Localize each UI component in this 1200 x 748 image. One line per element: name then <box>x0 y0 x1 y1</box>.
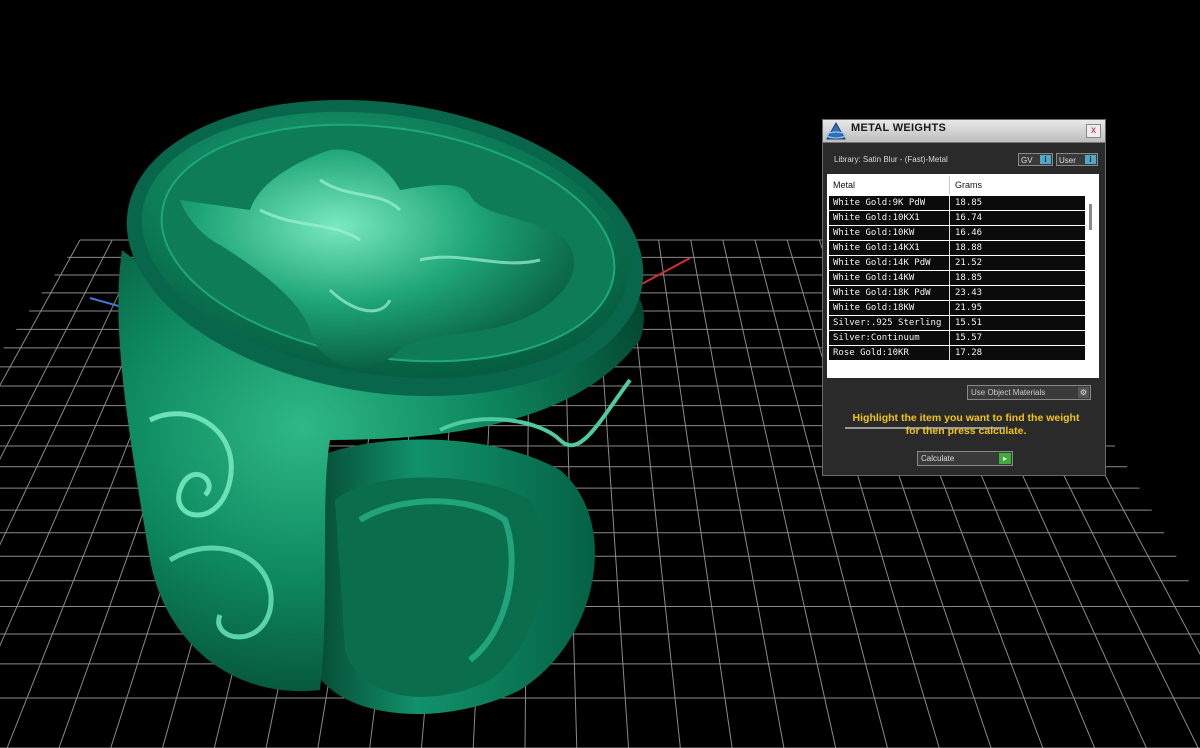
material-select-value: Use Object Materials <box>971 388 1046 397</box>
metal-cell: White Gold:10KW <box>833 228 915 238</box>
gv-toggle[interactable]: GV i <box>1018 153 1053 166</box>
cell-divider <box>949 346 950 360</box>
grid-line <box>690 239 785 748</box>
grams-cell: 18.88 <box>955 243 983 253</box>
table-row[interactable]: White Gold:18K PdW 23.43 <box>829 286 1085 300</box>
metal-cell: White Gold:10KX1 <box>833 213 920 223</box>
cell-divider <box>949 286 950 300</box>
grid-line <box>0 239 81 387</box>
panel-title: METAL WEIGHTS <box>851 122 947 134</box>
cell-divider <box>949 196 950 210</box>
calculate-label: Calculate <box>921 454 955 463</box>
cell-divider <box>949 331 950 345</box>
table-row[interactable]: White Gold:10KX1 16.74 <box>829 211 1085 225</box>
column-header-grams[interactable]: Grams <box>955 180 982 190</box>
cell-divider <box>949 271 950 285</box>
cell-divider <box>949 211 950 225</box>
scroll-thumb[interactable] <box>1089 204 1092 230</box>
library-row: Library: Satin Blur - (Fast)-Metal GV i … <box>823 148 1105 170</box>
metal-cell: White Gold:14KW <box>833 273 915 283</box>
grid-line <box>722 239 837 748</box>
metal-cell: White Gold:18K PdW <box>833 288 931 298</box>
user-toggle[interactable]: User i <box>1056 153 1098 166</box>
cell-divider <box>949 316 950 330</box>
user-toggle-label: User <box>1059 156 1076 165</box>
grams-cell: 16.46 <box>955 228 983 238</box>
gear-icon[interactable]: ⚙ <box>1078 387 1089 398</box>
metal-cell: White Gold:14KX1 <box>833 243 920 253</box>
cell-divider <box>949 256 950 270</box>
table-row[interactable]: White Gold:14K PdW 21.52 <box>829 256 1085 270</box>
metal-cell: White Gold:18KW <box>833 303 915 313</box>
metal-cell: White Gold:9K PdW <box>833 198 926 208</box>
calculate-button[interactable]: Calculate ▸ <box>917 451 1013 466</box>
metal-cell: Rose Gold:10KR <box>833 348 909 358</box>
grid-line <box>658 239 733 748</box>
grams-cell: 15.51 <box>955 318 983 328</box>
cell-divider <box>949 241 950 255</box>
metal-weights-panel[interactable]: METAL WEIGHTS x Library: Satin Blur - (F… <box>822 119 1106 476</box>
grams-cell: 18.85 <box>955 273 983 283</box>
cell-divider <box>949 226 950 240</box>
table-row[interactable]: White Gold:18KW 21.95 <box>829 301 1085 315</box>
gv-toggle-label: GV <box>1021 156 1033 165</box>
table-row[interactable]: Rose Gold:10KR 17.28 <box>829 346 1085 360</box>
grams-cell: 21.52 <box>955 258 983 268</box>
instruction-line-1: Highlight the item you want to find the … <box>852 412 1080 424</box>
table-row[interactable]: Silver:Continuum 15.57 <box>829 331 1085 345</box>
info-icon[interactable]: i <box>1085 155 1096 164</box>
grams-cell: 21.95 <box>955 303 983 313</box>
grams-cell: 17.28 <box>955 348 983 358</box>
column-header-metal[interactable]: Metal <box>833 180 855 190</box>
table-row[interactable]: White Gold:10KW 16.46 <box>829 226 1085 240</box>
grid-line <box>0 239 113 460</box>
ring-model[interactable] <box>107 68 662 714</box>
table-row[interactable]: White Gold:14KX1 18.88 <box>829 241 1085 255</box>
metal-cell: Silver:Continuum <box>833 333 920 343</box>
play-arrow-icon[interactable]: ▸ <box>999 453 1011 464</box>
table-row[interactable]: White Gold:9K PdW 18.85 <box>829 196 1085 210</box>
close-icon[interactable]: x <box>1086 124 1101 138</box>
cell-divider <box>949 301 950 315</box>
material-select[interactable]: Use Object Materials ⚙ <box>967 385 1091 400</box>
app-logo-icon <box>826 121 846 140</box>
library-label: Library: Satin Blur - (Fast)-Metal <box>834 155 948 164</box>
metal-cell: Silver:.925 Sterling <box>833 318 942 328</box>
table-row[interactable]: Silver:.925 Sterling 15.51 <box>829 316 1085 330</box>
instruction-line-2: for then press calculate. <box>905 425 1027 437</box>
grams-cell: 16.74 <box>955 213 983 223</box>
table-row[interactable]: White Gold:14KW 18.85 <box>829 271 1085 285</box>
panel-titlebar[interactable]: METAL WEIGHTS x <box>823 120 1105 143</box>
column-divider[interactable] <box>949 176 950 194</box>
vertical-scrollbar[interactable] <box>1089 198 1092 368</box>
table-body: White Gold:9K PdW 18.85 White Gold:10KX1 16… <box>829 196 1085 361</box>
metal-cell: White Gold:14K PdW <box>833 258 931 268</box>
instruction-text: Highlight the item you want to find the … <box>837 412 1095 438</box>
grams-cell: 18.85 <box>955 198 983 208</box>
info-icon[interactable]: i <box>1040 155 1051 164</box>
grams-cell: 15.57 <box>955 333 983 343</box>
metal-table[interactable]: Metal Grams White Gold:9K PdW 18.85 White … <box>827 174 1099 429</box>
grams-cell: 23.43 <box>955 288 983 298</box>
table-header: Metal Grams <box>829 176 1085 194</box>
